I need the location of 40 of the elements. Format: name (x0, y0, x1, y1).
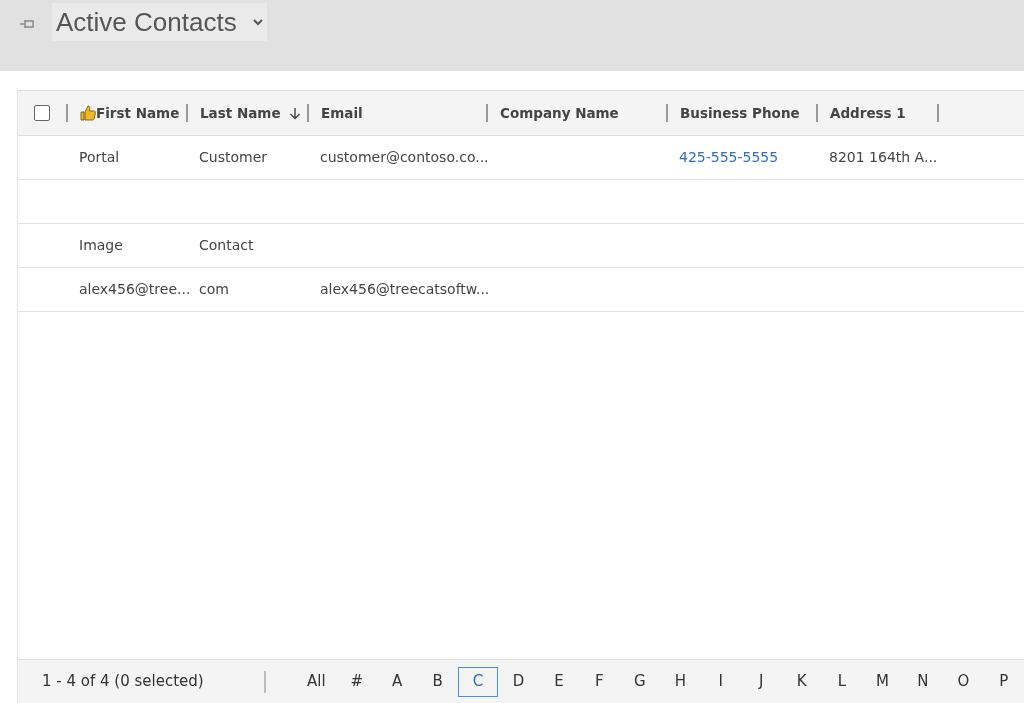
letter-filter[interactable]: G (619, 666, 661, 697)
letter-filter[interactable]: J (740, 666, 782, 697)
letter-filter[interactable]: O (943, 666, 984, 697)
table-cell: Contact (199, 237, 254, 253)
column-header[interactable]: First Name (96, 102, 180, 124)
letter-filter[interactable]: I (700, 666, 741, 697)
record-count: 1 - 4 of 4 (0 selected) (42, 671, 205, 693)
chevron-down-icon[interactable] (252, 18, 263, 26)
column-header[interactable]: Address 1 (830, 102, 906, 124)
letter-filter[interactable]: B (417, 666, 458, 697)
table-cell: alex456@tree... (79, 281, 191, 297)
column-header[interactable]: Company Name (500, 102, 619, 124)
letter-filter[interactable]: P (983, 666, 1024, 697)
phone-link[interactable]: 425-555-5555 (679, 149, 779, 165)
thumbs-up-icon (80, 105, 96, 121)
letter-filter[interactable]: H (660, 666, 701, 697)
letter-filter[interactable]: # (336, 666, 377, 697)
table-cell: com (199, 281, 229, 297)
letter-filter[interactable]: M (862, 666, 903, 697)
table-cell: Customer (199, 149, 267, 165)
table-cell: Image (79, 237, 123, 253)
letter-filter[interactable]: E (538, 666, 580, 697)
select-all-checkbox[interactable] (34, 105, 50, 121)
table-cell: alex456@treecatsoftw... (320, 281, 490, 297)
view-title: Active Contacts (56, 6, 237, 39)
column-header[interactable]: Business Phone (680, 102, 800, 124)
letter-filter[interactable]: C (457, 666, 499, 697)
letter-filter[interactable]: A (377, 666, 418, 697)
table-cell: 8201 164th A... (829, 149, 938, 165)
table-cell: customer@contoso.co... (320, 149, 489, 165)
sort-descending-icon (288, 106, 301, 120)
column-header[interactable]: Last Name (200, 102, 281, 124)
letter-filter[interactable]: K (781, 666, 822, 697)
letter-filter[interactable]: N (902, 666, 944, 697)
column-header[interactable]: Email (321, 102, 363, 124)
letter-filter[interactable]: F (579, 666, 620, 697)
letter-filter[interactable]: All (296, 666, 337, 697)
letter-filter[interactable]: L (821, 666, 863, 697)
table-cell: Portal (79, 149, 120, 165)
letter-filter[interactable]: D (498, 666, 539, 697)
